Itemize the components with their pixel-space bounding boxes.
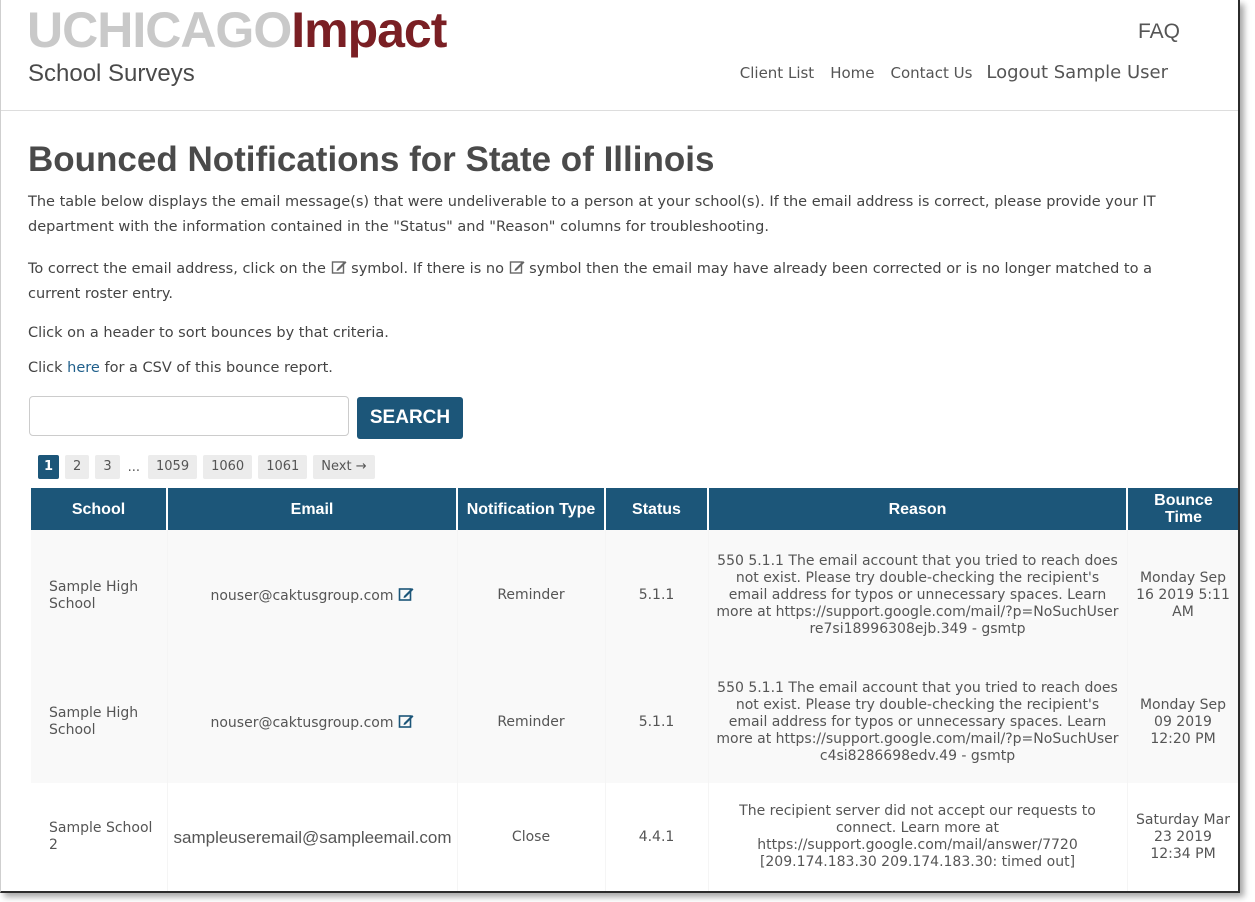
page-1061-button[interactable]: 1061: [258, 455, 308, 479]
faq-link[interactable]: FAQ: [1138, 20, 1180, 44]
pagination: 1 2 3 ... 1059 1060 1061 Next →: [38, 455, 381, 479]
cell-reason: 550 5.1.1 The email account that you tri…: [708, 661, 1128, 783]
cell-email: nouser@caktusgroup.com: [167, 530, 458, 661]
email-text: nouser@caktusgroup.com: [210, 714, 394, 731]
cell-status: 5.1.1: [605, 661, 709, 783]
header-status[interactable]: Status: [605, 488, 709, 530]
cell-bounce-time: Monday Sep 09 2019 12:20 PM: [1127, 661, 1238, 783]
cell-reason: The recipient server did not accept our …: [708, 783, 1128, 891]
cell-email: nouser@caktusgroup.com: [167, 661, 458, 783]
header-bounce-time[interactable]: Bounce Time: [1127, 488, 1238, 530]
table-row: Sample High School nouser@caktusgroup.co…: [31, 530, 1238, 661]
csv-download-link[interactable]: here: [67, 360, 100, 376]
csv-text-a: Click: [28, 360, 63, 376]
next-page-button[interactable]: Next →: [313, 455, 375, 479]
cell-empty: [457, 891, 605, 893]
intro-text: The table below displays the email messa…: [28, 194, 1156, 235]
sort-hint: Click on a header to sort bounces by tha…: [28, 325, 389, 341]
nav-logout[interactable]: Logout Sample User: [986, 62, 1168, 83]
cell-notification-type: Reminder: [457, 661, 606, 783]
email-text: nouser@caktusgroup.com: [210, 588, 394, 604]
site-header: UCHICAGOImpact School Surveys FAQ Client…: [1, 0, 1238, 111]
csv-line: Click here for a CSV of this bounce repo…: [28, 356, 1198, 381]
cell-empty: [31, 891, 167, 893]
cell-empty: [605, 891, 708, 893]
nav-home[interactable]: Home: [830, 64, 874, 82]
page-1-button[interactable]: 1: [38, 455, 60, 479]
edit-email-icon[interactable]: [398, 713, 414, 729]
table-header-row: School Email Notification Type Status Re…: [31, 488, 1238, 530]
header-email[interactable]: Email: [167, 488, 458, 530]
cell-school: Sample High School: [31, 661, 168, 783]
cell-bounce-time: Saturday Mar 23 2019 12:34 PM: [1127, 783, 1238, 891]
page-3-button[interactable]: 3: [95, 455, 120, 479]
bounce-table: School Email Notification Type Status Re…: [31, 488, 1239, 893]
logo[interactable]: UCHICAGOImpact: [27, 2, 447, 58]
correct-text-a: To correct the email address, click on t…: [28, 261, 326, 277]
cell-empty: [167, 891, 457, 893]
cell-bounce-time: Monday Sep 16 2019 5:11 AM: [1127, 530, 1238, 661]
nav-contact-us[interactable]: Contact Us: [890, 64, 972, 82]
edit-icon: [509, 261, 525, 274]
logo-text-impact: Impact: [291, 2, 447, 58]
cell-school: Sample High School: [31, 530, 168, 661]
cell-reason: 550 5.1.1 The email account that you tri…: [708, 530, 1128, 661]
site-subtitle: School Surveys: [28, 60, 195, 87]
page-2-button[interactable]: 2: [65, 455, 90, 479]
pagination-ellipsis: ...: [127, 459, 141, 475]
edit-email-icon[interactable]: [398, 586, 414, 602]
logo-text-uchicago: UCHICAGO: [27, 2, 292, 58]
cell-notification-type: Close: [457, 783, 606, 891]
correct-email-instructions: To correct the email address, click on t…: [28, 257, 1198, 307]
cell-empty: [708, 891, 1127, 893]
correct-text-b: symbol. If there is no: [351, 261, 504, 277]
cell-status: 4.4.1: [605, 783, 709, 891]
page-title: Bounced Notifications for State of Illin…: [28, 140, 715, 179]
table-row-partial: [31, 891, 1239, 893]
nav-client-list[interactable]: Client List: [740, 64, 814, 82]
csv-text-b: for a CSV of this bounce report.: [104, 360, 333, 376]
edit-icon: [331, 261, 347, 274]
search-button[interactable]: SEARCH: [357, 397, 463, 439]
page-1060-button[interactable]: 1060: [203, 455, 253, 479]
cell-email: sampleuseremail@sampleemail.com: [167, 783, 458, 891]
cell-status: 5.1.1: [605, 530, 709, 661]
cell-notification-type: Reminder: [457, 530, 606, 661]
table-row: Sample High School nouser@caktusgroup.co…: [31, 661, 1238, 783]
header-notification-type[interactable]: Notification Type: [457, 488, 606, 530]
main-nav: Client List Home Contact Us Logout Sampl…: [724, 62, 1168, 83]
cell-school: Sample School 2: [31, 783, 168, 891]
cell-empty: [1127, 891, 1239, 893]
table-row: Sample School 2 sampleuseremail@sampleem…: [31, 783, 1238, 891]
search-input[interactable]: [29, 396, 349, 436]
page-1059-button[interactable]: 1059: [148, 455, 198, 479]
header-reason[interactable]: Reason: [708, 488, 1128, 530]
page: UCHICAGOImpact School Surveys FAQ Client…: [0, 0, 1240, 893]
header-school[interactable]: School: [31, 488, 168, 530]
